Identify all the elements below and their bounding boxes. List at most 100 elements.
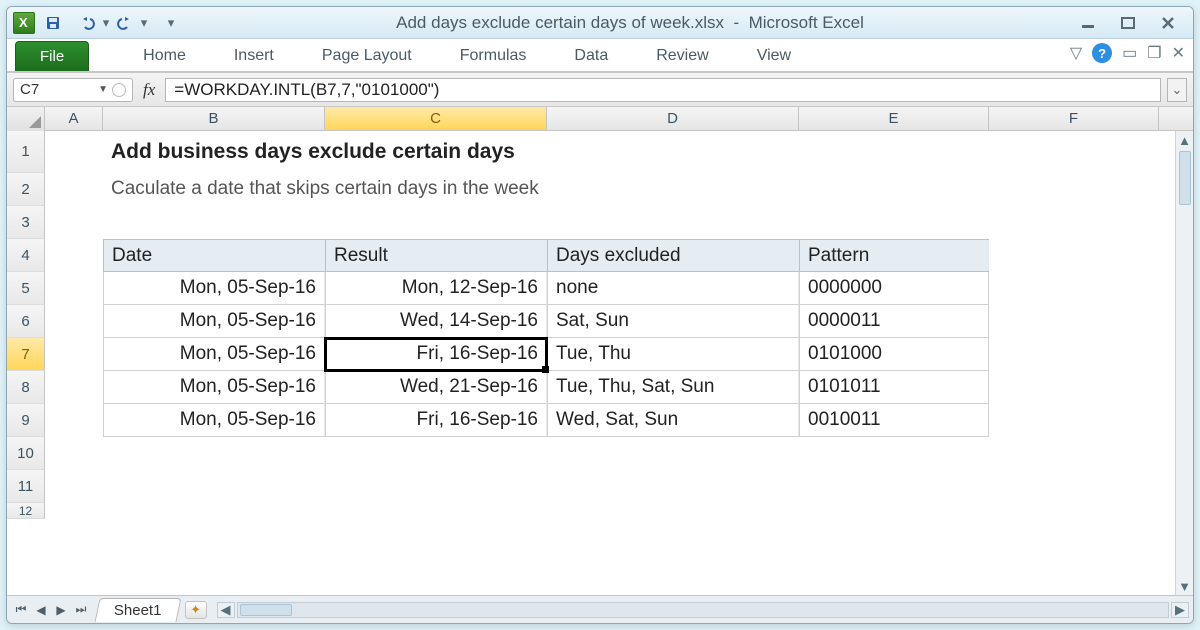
cell-C12[interactable] [325,503,547,519]
sheet-nav-first-icon[interactable]: ⏮ [11,601,31,619]
minimize-button[interactable] [1077,14,1099,32]
cell-C7[interactable]: Fri, 16-Sep-16 [325,338,547,371]
cell-A1[interactable] [45,131,103,173]
tab-home[interactable]: Home [119,41,210,71]
cell-A10[interactable] [45,437,103,470]
tab-view[interactable]: View [733,41,815,71]
redo-dropdown[interactable]: ▾ [139,12,149,34]
workbook-minimize-icon[interactable]: ▭ [1122,43,1137,63]
cell-A12[interactable] [45,503,103,519]
cell-F11[interactable] [989,470,1159,503]
vscroll-thumb[interactable] [1179,151,1191,205]
workbook-restore-icon[interactable]: ❐ [1147,43,1161,63]
tab-formulas[interactable]: Formulas [436,41,551,71]
col-header-B[interactable]: B [103,107,325,130]
fx-icon[interactable]: fx [139,80,159,100]
cell-E7[interactable]: 0101000 [799,338,989,371]
cell-E6[interactable]: 0000011 [799,305,989,338]
cell-D10[interactable] [547,437,799,470]
cell-A9[interactable] [45,404,103,437]
cell-E2[interactable] [799,173,989,206]
sheet-nav-next-icon[interactable]: ▶ [51,601,71,619]
cell-A5[interactable] [45,272,103,305]
cell-E12[interactable] [799,503,989,519]
redo-button[interactable] [113,12,137,34]
scroll-down-icon[interactable]: ▼ [1176,577,1193,595]
cell-B11[interactable] [103,470,325,503]
cell-A6[interactable] [45,305,103,338]
cell-E3[interactable] [799,206,989,239]
cell-F4[interactable] [989,239,1159,272]
help-button[interactable]: ? [1092,43,1112,63]
cell-B6[interactable]: Mon, 05-Sep-16 [103,305,325,338]
cell-E11[interactable] [799,470,989,503]
undo-dropdown[interactable]: ▾ [101,12,111,34]
cell-A2[interactable] [45,173,103,206]
sheet-nav-last-icon[interactable]: ⏭ [71,601,91,619]
cell-C11[interactable] [325,470,547,503]
cell-B4[interactable]: Date [103,239,325,272]
row-header-3[interactable]: 3 [7,206,45,239]
col-header-D[interactable]: D [547,107,799,130]
name-box[interactable]: C7 ▼ [13,78,133,102]
cell-A8[interactable] [45,371,103,404]
cell-C1[interactable] [325,131,547,173]
cell-B12[interactable] [103,503,325,519]
row-header-7[interactable]: 7 [7,338,45,371]
cell-F10[interactable] [989,437,1159,470]
cell-D8[interactable]: Tue, Thu, Sat, Sun [547,371,799,404]
cell-F9[interactable] [989,404,1159,437]
sheet-tab-active[interactable]: Sheet1 [94,598,181,622]
cell-F6[interactable] [989,305,1159,338]
cell-F3[interactable] [989,206,1159,239]
cell-D5[interactable]: none [547,272,799,305]
horizontal-scrollbar[interactable]: ◀ ▶ [217,602,1189,618]
cell-E5[interactable]: 0000000 [799,272,989,305]
cell-D3[interactable] [547,206,799,239]
workbook-close-icon[interactable]: ✕ [1172,43,1185,63]
cell-D6[interactable]: Sat, Sun [547,305,799,338]
cell-C4[interactable]: Result [325,239,547,272]
undo-button[interactable] [75,12,99,34]
cell-D1[interactable] [547,131,799,173]
col-header-F[interactable]: F [989,107,1159,130]
row-header-2[interactable]: 2 [7,173,45,206]
cell-E9[interactable]: 0010011 [799,404,989,437]
new-sheet-button[interactable]: ✦ [185,601,207,619]
hscroll-track[interactable] [237,602,1169,618]
cell-E8[interactable]: 0101011 [799,371,989,404]
cell-D9[interactable]: Wed, Sat, Sun [547,404,799,437]
cell-C10[interactable] [325,437,547,470]
tab-review[interactable]: Review [632,41,732,71]
select-all-corner[interactable] [7,107,45,131]
cell-F7[interactable] [989,338,1159,371]
cell-E1[interactable] [799,131,989,173]
cell-D4[interactable]: Days excluded [547,239,799,272]
col-header-E[interactable]: E [799,107,989,130]
excel-logo-icon[interactable] [13,12,35,34]
cell-B3[interactable] [103,206,325,239]
row-header-9[interactable]: 9 [7,404,45,437]
cell-C3[interactable] [325,206,547,239]
cell-F1[interactable] [989,131,1159,173]
cell-E4[interactable]: Pattern [799,239,989,272]
cell-E10[interactable] [799,437,989,470]
cell-B2[interactable]: Caculate a date that skips certain days … [103,173,325,206]
formula-bar[interactable]: =WORKDAY.INTL(B7,7,"0101000") [165,78,1161,102]
scroll-up-icon[interactable]: ▲ [1176,131,1193,149]
scroll-left-icon[interactable]: ◀ [217,602,235,618]
cell-C8[interactable]: Wed, 21-Sep-16 [325,371,547,404]
cell-B7[interactable]: Mon, 05-Sep-16 [103,338,325,371]
row-header-12[interactable]: 12 [7,503,45,519]
col-header-C[interactable]: C [325,107,547,130]
qat-customize[interactable]: ▾ [159,12,183,34]
row-header-4[interactable]: 4 [7,239,45,272]
save-button[interactable] [41,12,65,34]
row-header-1[interactable]: 1 [7,131,45,173]
cell-B10[interactable] [103,437,325,470]
cell-F5[interactable] [989,272,1159,305]
maximize-button[interactable] [1117,14,1139,32]
vertical-scrollbar[interactable]: ▲ ▼ [1175,131,1193,595]
cell-C6[interactable]: Wed, 14-Sep-16 [325,305,547,338]
cell-C5[interactable]: Mon, 12-Sep-16 [325,272,547,305]
